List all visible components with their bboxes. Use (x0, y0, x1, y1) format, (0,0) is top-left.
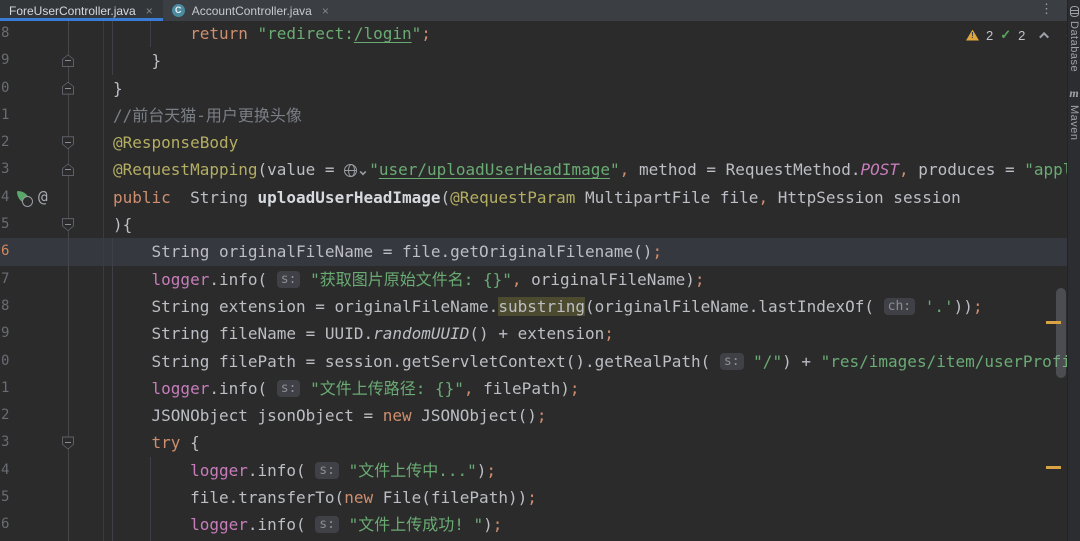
code-line: 1 logger.info( s: "文件上传路径: {}", filePath)… (0, 375, 1067, 402)
code-line: 0 String filePath = session.getServletCon… (0, 348, 1067, 375)
line-number: 5 (1, 216, 10, 233)
line-number: 6 (1, 516, 10, 533)
code-line: 0} (0, 75, 1067, 102)
code-line: 7 logger.info( s: "获取图片原始文件名: {}", origin… (0, 266, 1067, 293)
fold-marker-icon[interactable] (62, 218, 74, 232)
code-text: @ResponseBody (113, 133, 239, 153)
editor-options-kebab-icon[interactable]: ⋮ (1040, 2, 1053, 18)
code-line: 6 String originalFileName = file.getOrigi… (0, 238, 1067, 266)
gutter-border (103, 20, 104, 541)
code-line: 2 JSONObject jsonObject = new JSONObject(… (0, 402, 1067, 429)
line-number: 5 (1, 489, 10, 506)
line-number: 0 (1, 352, 10, 369)
code-line: 3 try { (0, 429, 1067, 456)
code-text: String fileName = UUID.randomUUID() + ex… (151, 324, 614, 344)
code-text: public String uploadUserHeadImage(@Reque… (113, 187, 961, 207)
prev-problem-chevron-icon[interactable] (1039, 31, 1050, 42)
tab-label: AccountController.java (191, 3, 312, 18)
code-line: 6 logger.info( s: "文件上传成功! "); (0, 511, 1067, 538)
line-number: 7 (1, 270, 10, 287)
line-number: 2 (1, 407, 10, 424)
line-number: 1 (1, 379, 10, 396)
code-line: 8 return "redirect:/login"; (0, 20, 1067, 47)
line-number: 8 (1, 297, 10, 314)
spring-mapping-leaf-icon[interactable] (17, 190, 33, 207)
tab-accountcontroller[interactable]: C AccountController.java × (163, 0, 339, 21)
code-text: logger.info( s: "文件上传路径: {}", filePath); (151, 378, 580, 398)
tool-button-maven[interactable]: Maven (1068, 105, 1080, 141)
line-number: 0 (1, 79, 10, 96)
code-line: 2 @ResponseBody (0, 129, 1067, 156)
line-number: 3 (1, 434, 10, 451)
warning-stripe-mark[interactable] (1046, 321, 1061, 324)
typo-check-icon: ✓ (1000, 27, 1012, 42)
warning-icon (966, 29, 979, 41)
code-line: 4 logger.info( s: "文件上传中..."); (0, 457, 1067, 484)
line-number: 8 (1, 25, 10, 41)
code-line: 9 String fileName = UUID.randomUUID() + e… (0, 320, 1067, 347)
code-line: 4 @ public String uploadUserHeadImage(@Req… (0, 184, 1067, 211)
java-class-icon: C (171, 4, 185, 17)
code-text: //前台天猫-用户更换头像 (113, 105, 302, 125)
warning-count: 2 (986, 27, 994, 43)
line-number: 6 (1, 243, 10, 260)
code-text: } (151, 51, 162, 71)
code-text: logger.info( s: "文件上传成功! "); (190, 515, 503, 535)
fold-marker-icon[interactable] (62, 136, 74, 150)
fold-gutter-line (68, 20, 69, 541)
line-number: 2 (1, 134, 10, 151)
code-text: @RequestMapping(value = "user/uploadUser… (113, 156, 1067, 183)
right-tool-stripe: Database m Maven (1067, 0, 1080, 541)
tab-foreusercontroller[interactable]: ForeUserController.java × (0, 0, 163, 21)
code-text: String extension = originalFileName.subs… (151, 296, 983, 316)
code-text: try { (151, 433, 200, 453)
code-text: logger.info( s: "获取图片原始文件名: {}", origina… (151, 269, 705, 289)
line-number: 9 (1, 52, 10, 69)
close-icon[interactable]: × (146, 5, 153, 17)
line-number: 4 (1, 188, 10, 205)
code-line: 5 ){ (0, 211, 1067, 238)
code-text: String originalFileName = file.getOrigin… (151, 242, 663, 262)
line-number: 4 (1, 461, 10, 478)
editor-tab-bar: ForeUserController.java × C AccountContr… (0, 0, 1067, 21)
annotation-gutter-icon[interactable]: @ (38, 184, 48, 211)
database-icon[interactable] (1069, 6, 1079, 17)
line-number: 1 (1, 106, 10, 123)
warning-stripe-mark[interactable] (1046, 466, 1061, 469)
code-text: ){ (113, 215, 133, 235)
line-number: 3 (1, 161, 10, 178)
code-line: 9} (0, 47, 1067, 74)
fold-marker-icon[interactable] (62, 54, 74, 68)
code-line: 1 //前台天猫-用户更换头像 (0, 102, 1067, 129)
fold-marker-icon[interactable] (62, 81, 74, 95)
code-line: 5 file.transferTo(new File(filePath)); (0, 484, 1067, 511)
code-text: String filePath = session.getServletCont… (151, 351, 1067, 371)
close-icon[interactable]: × (322, 5, 329, 17)
fold-marker-icon[interactable] (62, 163, 74, 177)
code-text: file.transferTo(new File(filePath)); (190, 488, 537, 508)
fold-marker-icon[interactable] (62, 436, 74, 450)
inspections-widget[interactable]: 2 ✓ 2 (966, 27, 1077, 43)
code-text: JSONObject jsonObject = new JSONObject()… (151, 406, 547, 426)
code-line: 3 @RequestMapping(value = "user/uploadUse… (0, 156, 1067, 183)
code-text: } (113, 78, 123, 98)
tool-button-database[interactable]: Database (1068, 21, 1080, 72)
code-text: logger.info( s: "文件上传中..."); (190, 460, 497, 480)
code-editor[interactable]: 8 return "redirect:/login"; 9} 0} 1//前台天猫-用户… (0, 20, 1067, 541)
line-number: 9 (1, 325, 10, 342)
tab-label: ForeUserController.java (9, 3, 136, 18)
url-mapping-globe-icon[interactable] (344, 158, 369, 185)
vertical-scrollbar[interactable] (1056, 288, 1066, 378)
maven-icon[interactable]: m (1069, 86, 1078, 101)
typo-count: 2 (1018, 27, 1026, 43)
code-text: return "redirect:/login"; (190, 24, 431, 43)
code-line: 8 String extension = originalFileName.sub… (0, 293, 1067, 320)
